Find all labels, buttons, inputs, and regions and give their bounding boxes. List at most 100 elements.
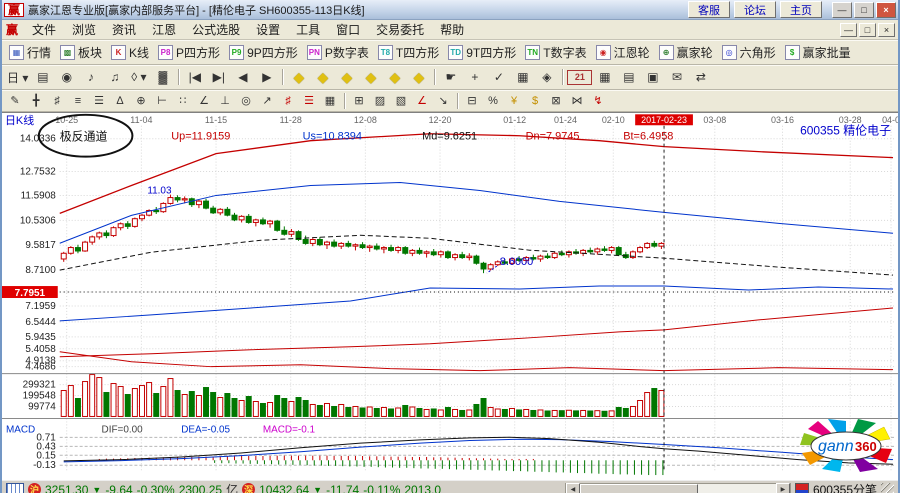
red-grid-tool[interactable]: ♯ (278, 93, 298, 108)
mdi-maximize-button[interactable]: □ (859, 23, 876, 37)
cross-line-tool[interactable]: ╋ (26, 93, 46, 108)
gem-tool[interactable]: ◈ (535, 68, 558, 86)
shade-tool[interactable]: ▨ (370, 93, 390, 108)
menu-item-5[interactable]: 公式选股 (184, 22, 248, 38)
points-tool[interactable]: ∷ (173, 93, 193, 108)
fib-lines-tool[interactable]: ☰ (299, 93, 319, 108)
titlebar-button-3[interactable]: 主页 (780, 1, 822, 18)
kline-button[interactable]: KK线 (107, 43, 153, 62)
menu-item-4[interactable]: 江恩 (144, 22, 184, 38)
trend-arrow-tool[interactable]: ↗ (257, 93, 277, 108)
tick-chart-icon[interactable] (795, 483, 809, 493)
yuan-tool[interactable]: ¥ (504, 93, 524, 108)
calendar-icon[interactable]: 21 (567, 70, 592, 85)
first-bar-button[interactable]: |◀ (183, 68, 206, 86)
candlesticks[interactable] (61, 195, 664, 274)
diamond-left-button[interactable]: ◆ (287, 68, 310, 86)
down-arrow-tool[interactable]: ↘ (433, 93, 453, 108)
menu-item-7[interactable]: 工具 (288, 22, 328, 38)
horizontal-scrollbar[interactable]: ◀ ▶ (565, 483, 791, 493)
matrix-icon[interactable]: ▦ (593, 68, 616, 86)
target-icon[interactable]: ◉ (55, 68, 78, 86)
menu-item-10[interactable]: 帮助 (432, 22, 472, 38)
mdi-close-button[interactable]: × (878, 23, 895, 37)
maximize-button[interactable]: □ (854, 2, 874, 18)
parallel-lines-tool[interactable]: ☰ (89, 93, 109, 108)
titlebar-button-2[interactable]: 论坛 (734, 1, 776, 18)
winner-batch-button[interactable]: $赢家批量 (781, 43, 855, 62)
pencil-tool[interactable]: ✎ (5, 93, 25, 108)
layout-icon[interactable]: ▤ (31, 68, 54, 86)
diamond-down-button[interactable]: ◆ (383, 68, 406, 86)
diamond-center-button[interactable]: ◆ (407, 68, 430, 86)
gann-fan-tool[interactable]: ∠ (412, 93, 432, 108)
menu-item-3[interactable]: 资讯 (104, 22, 144, 38)
9p-square-button[interactable]: P99P四方形 (225, 43, 302, 62)
crosshair-tool[interactable]: + (463, 68, 486, 86)
lightning-tool[interactable]: ↯ (588, 93, 608, 108)
bowtie-tool[interactable]: ⋈ (567, 93, 587, 108)
dollar-tool[interactable]: $ (525, 93, 545, 108)
mail-icon[interactable]: ✉ (665, 68, 688, 86)
transfer-icon[interactable]: ⇄ (689, 68, 712, 86)
resize-grip[interactable] (881, 483, 894, 493)
save-icon[interactable]: ▣ (641, 68, 664, 86)
t-square-button[interactable]: T8T四方形 (374, 43, 443, 62)
cycle-tool[interactable]: ◎ (236, 93, 256, 108)
scroll-right-icon[interactable]: ▶ (776, 483, 790, 493)
grid-tool[interactable]: ▦ (511, 68, 534, 86)
minimize-button[interactable]: — (832, 2, 852, 18)
p-square-button[interactable]: P8P四方形 (154, 43, 224, 62)
next-bar-button[interactable]: ▶ (255, 68, 278, 86)
scrollbar-thumb[interactable] (580, 484, 698, 493)
9t-square-button[interactable]: TD9T四方形 (444, 43, 520, 62)
diamond-up-button[interactable]: ◆ (359, 68, 382, 86)
last-bar-button[interactable]: ▶| (207, 68, 230, 86)
sz-index-icon[interactable]: 深 (242, 483, 255, 493)
prev-bar-button[interactable]: ◀ (231, 68, 254, 86)
p-number-table-button[interactable]: PNP数字表 (303, 43, 373, 62)
grid-icon[interactable] (6, 483, 24, 493)
marker-dropdown[interactable]: ◊ ▾ (127, 68, 150, 86)
scroll-left-icon[interactable]: ◀ (566, 483, 580, 493)
hline-tool[interactable]: ≡ (68, 93, 88, 108)
close-box-tool[interactable]: ⊠ (546, 93, 566, 108)
anchor-tool[interactable]: ⊥ (215, 93, 235, 108)
sh-index-icon[interactable]: 沪 (28, 483, 41, 493)
triangle-tool[interactable]: ∆ (110, 93, 130, 108)
ray-tool[interactable]: ⊢ (152, 93, 172, 108)
diamond-horizontal-button[interactable]: ◆ (335, 68, 358, 86)
confirm-tool[interactable]: ✓ (487, 68, 510, 86)
t-number-table-button[interactable]: TNT数字表 (521, 43, 590, 62)
menu-item-1[interactable]: 文件 (24, 22, 64, 38)
mdi-minimize-button[interactable]: — (840, 23, 857, 37)
band-tool[interactable]: ⊟ (462, 93, 482, 108)
chart-canvas[interactable]: 10-2511-0411-1511-2812-0812-2001-1201-24… (2, 113, 898, 479)
hexagon-button[interactable]: ◎六角形 (718, 43, 780, 62)
gann-wheel-button[interactable]: ◉江恩轮 (592, 43, 654, 62)
hand-tool[interactable]: ☛ (439, 68, 462, 86)
circle-cross-tool[interactable]: ⊕ (131, 93, 151, 108)
menu-item-2[interactable]: 浏览 (64, 22, 104, 38)
menu-item-9[interactable]: 交易委托 (368, 22, 432, 38)
market-quotes-button[interactable]: ▦行情 (5, 43, 55, 62)
titlebar-button-1[interactable]: 客服 (688, 1, 730, 18)
winner-wheel-button[interactable]: ⊕赢家轮 (655, 43, 717, 62)
box-grid-tool[interactable]: ▦ (320, 93, 340, 108)
grid-lines-tool[interactable]: ♯ (47, 93, 67, 108)
period-dropdown[interactable]: 日 ▾ (5, 68, 30, 86)
menu-item-6[interactable]: 设置 (248, 22, 288, 38)
tick-view-label[interactable]: 600355分笔 (813, 481, 877, 493)
percent-tool[interactable]: % (483, 93, 503, 108)
diamond-right-button[interactable]: ◆ (311, 68, 334, 86)
fill-style-icon[interactable]: ▓ (151, 68, 174, 86)
close-button[interactable]: × (876, 2, 896, 18)
angle-tool[interactable]: ∠ (194, 93, 214, 108)
square-tool[interactable]: ⊞ (349, 93, 369, 108)
sectors-button[interactable]: ▩板块 (56, 43, 106, 62)
shade2-tool[interactable]: ▧ (391, 93, 411, 108)
waves-icon[interactable]: ♫ (103, 68, 126, 86)
wave-icon[interactable]: ♪ (79, 68, 102, 86)
menu-item-8[interactable]: 窗口 (328, 22, 368, 38)
list-icon[interactable]: ▤ (617, 68, 640, 86)
